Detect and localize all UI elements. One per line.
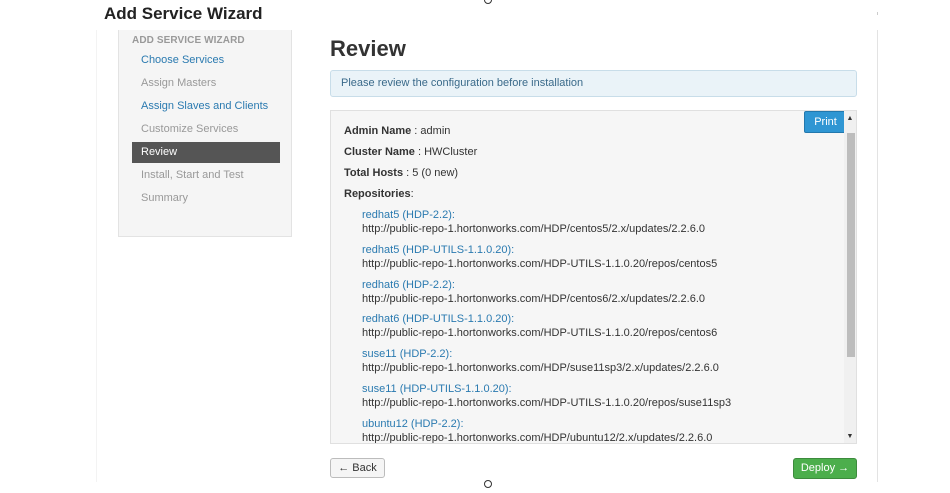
field-label: Cluster Name [344, 146, 415, 158]
repo-name[interactable]: ubuntu12 (HDP-2.2): [362, 418, 464, 430]
scroll-down-icon[interactable]: ▼ [844, 431, 856, 443]
back-button[interactable]: ← Back [330, 458, 385, 478]
sidebar-item-review[interactable]: Review [132, 142, 280, 163]
scrollbar[interactable]: ▲ ▼ [844, 111, 856, 443]
field-value: : HWCluster [414, 146, 478, 158]
sidebar-item-choose-services[interactable]: Choose Services [132, 50, 280, 71]
field-value: : admin [411, 125, 451, 137]
repo-name[interactable]: suse11 (HDP-2.2): [362, 348, 452, 360]
review-panel[interactable]: Print Admin Name : admin Cluster Name : … [330, 110, 857, 444]
field-value: : [410, 188, 414, 200]
repo-url: http://public-repo-1.hortonworks.com/HDP… [362, 223, 706, 235]
repo-name[interactable]: redhat5 (HDP-UTILS-1.1.0.20): [362, 244, 514, 256]
sidebar-item-customize-services: Customize Services [141, 123, 239, 135]
field-admin-name: Admin Name : admin [344, 125, 450, 137]
repo-url: http://public-repo-1.hortonworks.com/HDP… [362, 293, 706, 305]
repo-name[interactable]: redhat5 (HDP-2.2): [362, 209, 455, 221]
repo-url: http://public-repo-1.hortonworks.com/HDP… [362, 397, 732, 409]
field-value: : 5 (0 new) [403, 167, 459, 179]
field-label: Total Hosts [344, 167, 404, 179]
repo-url: http://public-repo-1.hortonworks.com/HDP… [362, 432, 713, 444]
repo-url: http://public-repo-1.hortonworks.com/HDP… [362, 258, 718, 270]
sidebar-item-summary: Summary [141, 192, 189, 204]
repo-url: http://public-repo-1.hortonworks.com/HDP… [362, 327, 718, 339]
repo-name[interactable]: suse11 (HDP-UTILS-1.1.0.20): [362, 383, 512, 395]
field-repositories: Repositories: [344, 188, 414, 200]
sidebar-item-assign-slaves-clients[interactable]: Assign Slaves and Clients [132, 96, 280, 117]
scroll-up-icon[interactable]: ▲ [844, 113, 856, 125]
repo-name[interactable]: redhat6 (HDP-UTILS-1.1.0.20): [362, 313, 514, 325]
field-label: Repositories [344, 188, 411, 200]
deploy-button[interactable]: Deploy → [793, 458, 857, 479]
review-title: Review [330, 36, 406, 61]
repo-url: http://public-repo-1.hortonworks.com/HDP… [362, 362, 719, 374]
field-cluster-name: Cluster Name : HWCluster [344, 146, 477, 158]
wizard-sidebar: ADD SERVICE WIZARD Choose Services Assig… [118, 30, 292, 237]
resize-handle-bottom[interactable] [484, 480, 492, 488]
repo-name[interactable]: redhat6 (HDP-2.2): [362, 279, 455, 291]
scrollbar-thumb[interactable] [847, 133, 855, 357]
info-alert: Please review the configuration before i… [330, 70, 857, 97]
sidebar-item-assign-masters: Assign Masters [141, 77, 217, 89]
field-total-hosts: Total Hosts : 5 (0 new) [344, 167, 458, 179]
print-button[interactable]: Print [804, 111, 847, 133]
field-label: Admin Name [344, 125, 412, 137]
resize-handle-top[interactable] [484, 0, 492, 4]
page-title: Add Service Wizard [104, 4, 263, 23]
sidebar-item-install-start-test: Install, Start and Test [141, 169, 244, 181]
sidebar-header: ADD SERVICE WIZARD [132, 35, 245, 46]
divider-mark [877, 12, 878, 15]
